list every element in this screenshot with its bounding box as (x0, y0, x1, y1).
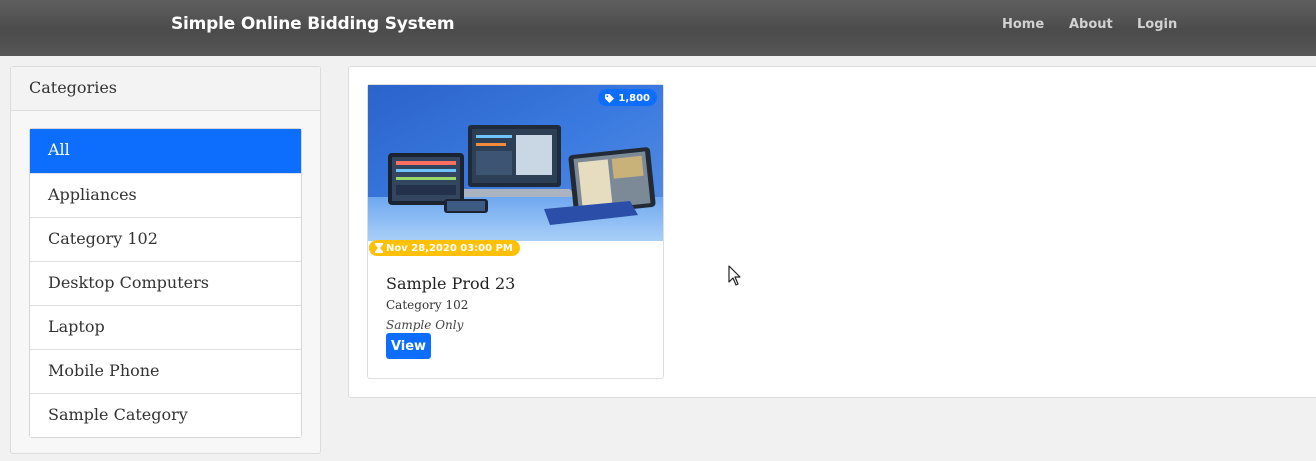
product-category: Category 102 (386, 298, 469, 312)
category-item-category-102[interactable]: Category 102 (30, 217, 301, 261)
bid-end-date: Nov 28,2020 03:00 PM (386, 242, 513, 254)
categories-title: Categories (11, 67, 320, 111)
price-badge: 1,800 (598, 89, 657, 106)
product-price: 1,800 (618, 92, 650, 104)
mouse-cursor-icon (728, 265, 741, 286)
product-name: Sample Prod 23 (386, 274, 516, 293)
categories-panel: Categories All Appliances Category 102 D… (10, 66, 321, 454)
navbar: Simple Online Bidding System Home About … (0, 0, 1316, 56)
category-list: All Appliances Category 102 Desktop Comp… (29, 128, 302, 438)
product-image[interactable]: 1,800 (368, 85, 663, 241)
nav-link-login[interactable]: Login (1137, 17, 1177, 32)
hourglass-icon (375, 243, 383, 253)
product-card: 1,800 Nov 28,2020 03:00 PM Sample Prod 2… (367, 84, 664, 379)
category-item-all[interactable]: All (30, 129, 301, 173)
category-item-desktop-computers[interactable]: Desktop Computers (30, 261, 301, 305)
nav-link-home[interactable]: Home (1002, 17, 1044, 32)
view-button[interactable]: View (386, 333, 431, 359)
site-brand[interactable]: Simple Online Bidding System (171, 14, 455, 34)
product-description: Sample Only (386, 318, 464, 332)
tag-icon (605, 93, 615, 103)
bid-end-badge: Nov 28,2020 03:00 PM (369, 240, 520, 256)
category-item-laptop[interactable]: Laptop (30, 305, 301, 349)
category-item-appliances[interactable]: Appliances (30, 173, 301, 217)
nav-link-about[interactable]: About (1069, 17, 1113, 32)
category-item-sample-category[interactable]: Sample Category (30, 393, 301, 437)
category-item-mobile-phone[interactable]: Mobile Phone (30, 349, 301, 393)
tablets-devices-photo (368, 85, 663, 241)
